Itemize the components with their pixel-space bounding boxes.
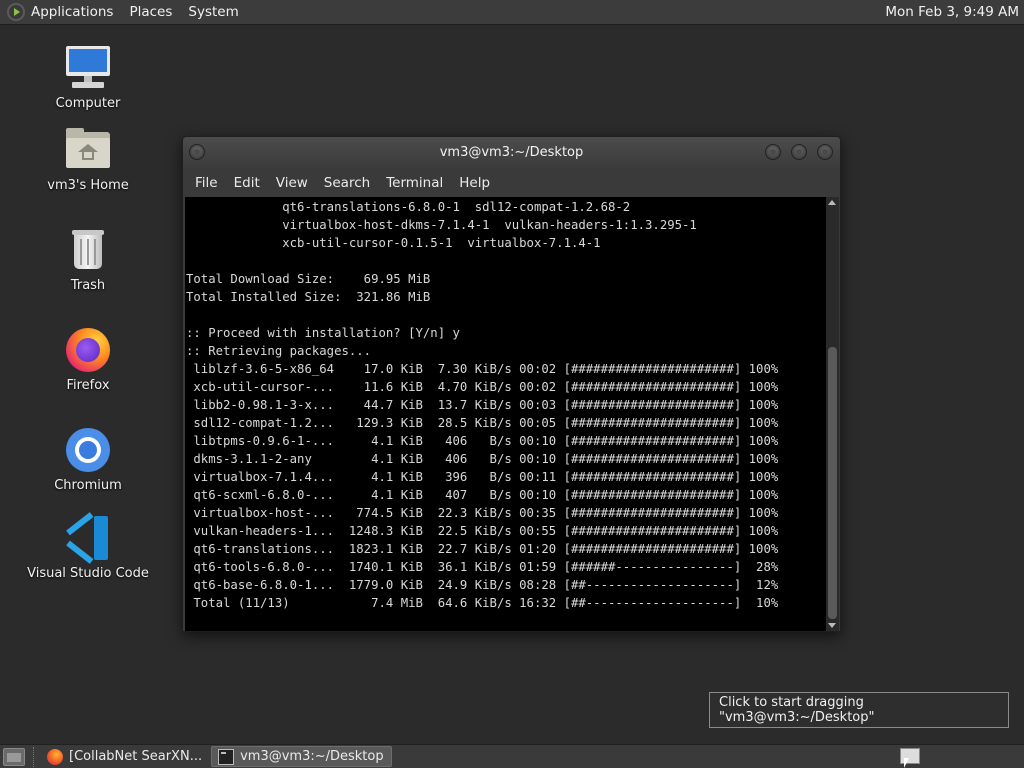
scrollbar-thumb[interactable] — [828, 347, 837, 619]
desktop-icon-label: vm3's Home — [47, 178, 129, 193]
menu-help[interactable]: Help — [451, 175, 498, 191]
vscode-icon — [64, 512, 112, 564]
computer-icon — [64, 44, 112, 92]
desktop-icon-trash[interactable]: Trash — [23, 226, 153, 293]
terminal-line: xcb-util-cursor-... 11.6 KiB 4.70 KiB/s … — [186, 380, 779, 394]
desktop-icon-label: Computer — [55, 96, 121, 111]
desktop-icon-label: Visual Studio Code — [27, 566, 149, 581]
terminal-line: xcb-util-cursor-0.1.5-1 virtualbox-7.1.4… — [186, 236, 601, 250]
menu-file[interactable]: File — [187, 175, 226, 191]
drag-tooltip: Click to start dragging "vm3@vm3:~/Deskt… — [709, 692, 1009, 728]
window-title-bar[interactable]: vm3@vm3:~/Desktop — [183, 137, 840, 168]
terminal-line: Total Download Size: 69.95 MiB — [186, 272, 431, 286]
terminal-line: qt6-base-6.8.0-1... 1779.0 KiB 24.9 KiB/… — [186, 578, 779, 592]
desktop-icon-computer[interactable]: Computer — [23, 44, 153, 111]
terminal-line: liblzf-3.6-5-x86_64 17.0 KiB 7.30 KiB/s … — [186, 362, 779, 376]
firefox-icon — [47, 748, 63, 765]
terminal-line: qt6-translations-6.8.0-1 sdl12-compat-1.… — [186, 200, 631, 214]
desktop-icon-label: Trash — [70, 278, 106, 293]
terminal-line: vulkan-headers-1... 1248.3 KiB 22.5 KiB/… — [186, 524, 779, 538]
workspace-switcher-icon[interactable] — [900, 748, 920, 764]
scroll-up-arrow-icon[interactable] — [828, 200, 836, 205]
window-menu-button[interactable] — [189, 144, 205, 160]
terminal-line: Total Installed Size: 321.86 MiB — [186, 290, 431, 304]
terminal-scrollbar[interactable] — [826, 197, 839, 631]
scroll-down-arrow-icon[interactable] — [828, 623, 836, 628]
applications-menu[interactable]: Applications — [31, 0, 121, 25]
clock[interactable]: Mon Feb 3, 9:49 AM — [885, 0, 1019, 25]
terminal-line: qt6-translations... 1823.1 KiB 22.7 KiB/… — [186, 542, 779, 556]
terminal-menu-bar: File Edit View Search Terminal Help — [183, 168, 840, 197]
top-panel: Applications Places System Mon Feb 3, 9:… — [0, 0, 1024, 25]
terminal-window[interactable]: vm3@vm3:~/Desktop File Edit View Search … — [182, 136, 841, 632]
menu-search[interactable]: Search — [316, 175, 378, 191]
terminal-text: qt6-translations-6.8.0-1 sdl12-compat-1.… — [185, 197, 826, 612]
terminal-line: virtualbox-host-... 774.5 KiB 22.3 KiB/s… — [186, 506, 779, 520]
firefox-icon — [64, 326, 112, 374]
home-folder-icon — [64, 126, 112, 174]
desktop-icon-home[interactable]: vm3's Home — [23, 126, 153, 193]
menu-view[interactable]: View — [268, 175, 316, 191]
terminal-line: qt6-tools-6.8.0-... 1740.1 KiB 36.1 KiB/… — [186, 560, 779, 574]
terminal-line: :: Retrieving packages... — [186, 344, 372, 358]
terminal-line: :: Proceed with installation? [Y/n] y — [186, 326, 460, 340]
taskbar-item-terminal[interactable]: vm3@vm3:~/Desktop — [211, 746, 392, 767]
terminal-line: virtualbox-host-dkms-7.1.4-1 vulkan-head… — [186, 218, 697, 232]
terminal-line: virtualbox-7.1.4... 4.1 KiB 396 B/s 00:1… — [186, 470, 779, 484]
terminal-line: Total (11/13) 7.4 MiB 64.6 KiB/s 16:32 [… — [186, 596, 779, 610]
close-button[interactable] — [817, 144, 833, 160]
terminal-line: libb2-0.98.1-3-x... 44.7 KiB 13.7 KiB/s … — [186, 398, 779, 412]
mouse-pointer-icon — [904, 758, 909, 768]
window-title: vm3@vm3:~/Desktop — [439, 145, 584, 160]
system-menu[interactable]: System — [180, 0, 246, 25]
desktop-icon-vscode[interactable]: Visual Studio Code — [23, 512, 153, 581]
terminal-icon — [218, 748, 235, 765]
terminal-output[interactable]: qt6-translations-6.8.0-1 sdl12-compat-1.… — [185, 197, 826, 631]
taskbar-item-label: vm3@vm3:~/Desktop — [240, 749, 384, 764]
show-desktop-icon[interactable] — [3, 747, 25, 766]
desktop-icon-chromium[interactable]: Chromium — [23, 426, 153, 493]
maximize-button[interactable] — [791, 144, 807, 160]
applications-logo-icon[interactable] — [7, 3, 25, 21]
menu-edit[interactable]: Edit — [226, 175, 268, 191]
terminal-line: qt6-scxml-6.8.0-... 4.1 KiB 407 B/s 00:1… — [186, 488, 779, 502]
panel-separator — [33, 746, 39, 767]
terminal-line: sdl12-compat-1.2... 129.3 KiB 28.5 KiB/s… — [186, 416, 779, 430]
taskbar-item-label: [CollabNet SearXN... — [69, 749, 203, 764]
bottom-panel: [CollabNet SearXN... vm3@vm3:~/Desktop — [0, 744, 1024, 768]
chromium-icon — [64, 426, 112, 474]
desktop-icon-label: Chromium — [54, 478, 122, 493]
terminal-line: dkms-3.1.1-2-any 4.1 KiB 406 B/s 00:10 [… — [186, 452, 779, 466]
trash-icon — [64, 226, 112, 274]
desktop-icon-label: Firefox — [66, 378, 110, 393]
taskbar-item-firefox[interactable]: [CollabNet SearXN... — [41, 746, 209, 767]
desktop-icon-firefox[interactable]: Firefox — [23, 326, 153, 393]
menu-terminal[interactable]: Terminal — [378, 175, 451, 191]
minimize-button[interactable] — [765, 144, 781, 160]
terminal-line: libtpms-0.9.6-1-... 4.1 KiB 406 B/s 00:1… — [186, 434, 779, 448]
places-menu[interactable]: Places — [121, 0, 180, 25]
